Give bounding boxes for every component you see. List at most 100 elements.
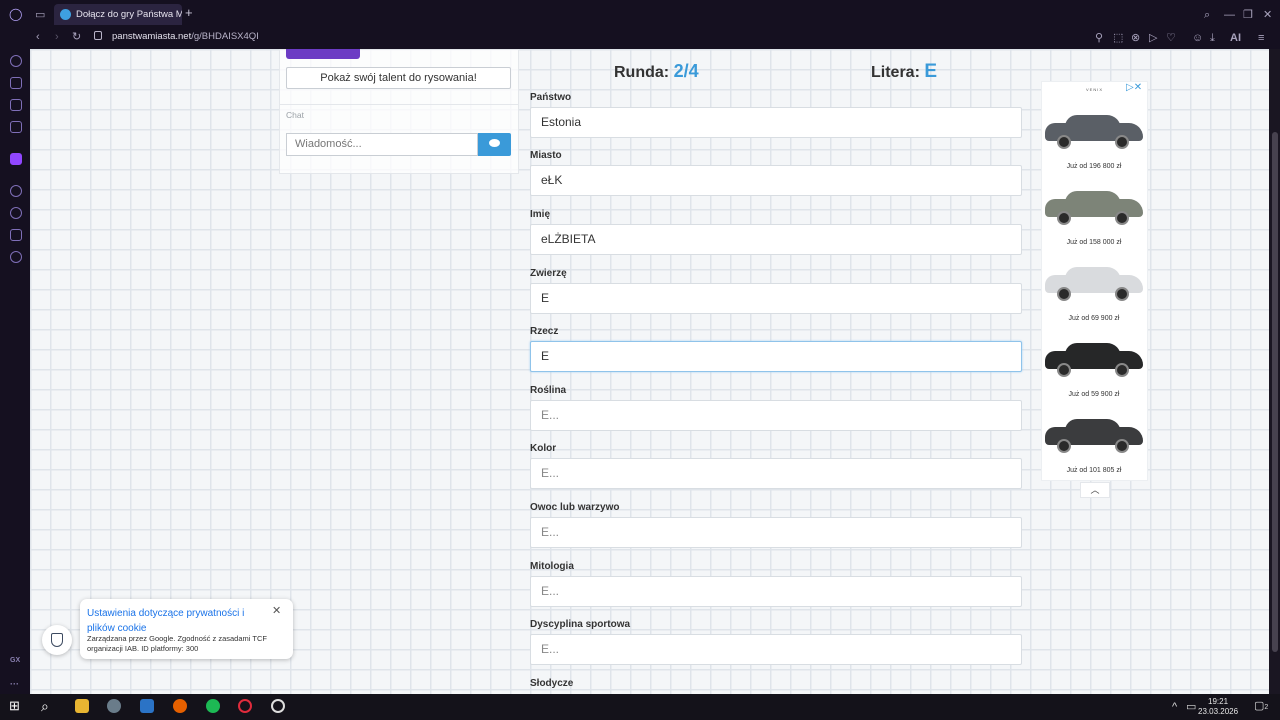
profile-icon[interactable]: ☺ — [1192, 32, 1203, 44]
chat-label: Chat — [286, 110, 304, 120]
letter-value: E — [924, 61, 938, 82]
app-icon[interactable] — [107, 699, 121, 713]
player-icon[interactable]: ▷ — [1149, 32, 1157, 44]
minimize-icon[interactable]: — — [1224, 9, 1235, 21]
car-price[interactable]: Już od 101 805 zł — [1045, 467, 1143, 474]
url-field[interactable]: panstwamiasta.net/g/BHDAISX4QI — [112, 31, 259, 42]
field-input[interactable]: eŁK — [530, 165, 1022, 196]
car-image[interactable] — [1045, 191, 1143, 225]
cookie-title[interactable]: Ustawienia dotyczące prywatności i plikó… — [87, 606, 247, 636]
field-label: Zwierzę — [530, 268, 567, 279]
privacy-shield-button[interactable] — [42, 625, 72, 655]
firefox-icon[interactable] — [173, 699, 187, 713]
obs-icon[interactable] — [271, 699, 285, 713]
car-image[interactable] — [1045, 115, 1143, 149]
field-label: Mitologia — [530, 561, 574, 572]
tab-favicon-icon — [60, 9, 71, 20]
chat-input[interactable]: Wiadomość... — [286, 133, 478, 156]
round-indicator: Runda: 2/4 — [614, 61, 699, 81]
web-page: Pokaż swój talent do rysowania! Chat Wia… — [30, 49, 1269, 694]
car-price[interactable]: Już od 158 000 zł — [1045, 239, 1143, 246]
ai-button[interactable]: AI — [1230, 32, 1241, 44]
ai-sidebar-icon[interactable] — [10, 55, 22, 67]
shopping-icon[interactable] — [10, 77, 22, 89]
browser-tab-bar: ◯ ▭ Dołącz do gry Państwa Mi + ⌕ — ❐ ✕ — [0, 0, 1280, 28]
scrollbar-thumb[interactable] — [1272, 132, 1278, 652]
settings-icon[interactable] — [10, 251, 22, 263]
extensions-icon[interactable] — [10, 229, 22, 241]
menu-icon[interactable]: ≡ — [1258, 32, 1264, 44]
car-image[interactable] — [1045, 343, 1143, 377]
snapshot-icon[interactable]: ⬚ — [1113, 32, 1123, 44]
browser-sidebar: GX ··· — [0, 49, 30, 694]
forward-icon[interactable]: › — [55, 31, 59, 43]
field-label: Roślina — [530, 385, 567, 396]
ad-collapse-chevron-icon[interactable]: ︿ — [1080, 482, 1110, 498]
field-label: Dyscyplina sportowa — [530, 619, 631, 630]
cookie-close-icon[interactable]: ✕ — [272, 604, 281, 617]
field-input[interactable]: E... — [530, 576, 1022, 607]
field-input[interactable]: E... — [530, 517, 1022, 548]
taskbar-clock[interactable]: 19:21 23.03.2026 — [1198, 697, 1238, 717]
calculator-icon[interactable] — [140, 699, 154, 713]
field-input[interactable]: E — [530, 341, 1022, 372]
car-image[interactable] — [1045, 419, 1143, 453]
search-icon[interactable]: ⌕ — [1204, 9, 1210, 21]
tab-title: Dołącz do gry Państwa Mi — [76, 9, 182, 20]
active-tab[interactable]: Dołącz do gry Państwa Mi — [54, 4, 182, 25]
taskbar-search-icon[interactable]: ⌕ — [41, 699, 55, 713]
field-label: Kolor — [530, 443, 557, 454]
mail-icon[interactable] — [10, 121, 22, 133]
download-icon[interactable]: ⤓ — [1210, 32, 1215, 44]
notifications-icon[interactable]: ▢2 — [1254, 700, 1268, 714]
car-price[interactable]: Już od 59 900 zł — [1045, 391, 1143, 398]
more-icon[interactable]: ··· — [10, 679, 19, 689]
file-explorer-icon[interactable] — [75, 699, 89, 713]
field-label: Miasto — [530, 150, 562, 161]
opera-logo-icon[interactable]: ◯ — [9, 8, 22, 20]
opera-gx-taskbar-icon[interactable] — [238, 699, 252, 713]
chat-bubble-icon — [489, 139, 500, 147]
reload-icon[interactable]: ↻ — [72, 31, 81, 43]
draw-talent-button[interactable]: Pokaż swój talent do rysowania! — [286, 67, 511, 89]
shield-icon — [51, 633, 63, 647]
adblock-icon[interactable]: ⊗ — [1131, 32, 1140, 44]
windows-start-icon[interactable]: ⊞ — [9, 699, 23, 713]
field-label: Państwo — [530, 92, 572, 103]
drawing-banner[interactable] — [286, 49, 360, 59]
ad-close-icon[interactable]: ▷✕ — [1126, 82, 1142, 93]
history-icon[interactable] — [10, 207, 22, 219]
field-input[interactable]: E — [530, 283, 1022, 314]
letter-indicator: Litera: E — [871, 61, 938, 82]
lock-icon — [94, 31, 102, 40]
field-label: Owoc lub warzywo — [530, 502, 620, 513]
cookie-text: Zarządzana przez Google. Zgodność z zasa… — [87, 634, 267, 653]
chat-send-button[interactable] — [478, 133, 511, 156]
field-label: Imię — [530, 209, 551, 220]
round-value: 2/4 — [673, 61, 699, 81]
ad-brand: VENIX — [1086, 87, 1104, 92]
twitch-icon[interactable] — [10, 153, 22, 165]
tab-manager-icon[interactable]: ▭ — [35, 9, 45, 21]
field-input[interactable]: E... — [530, 458, 1022, 489]
network-icon[interactable]: ▭ — [1186, 701, 1196, 713]
car-price[interactable]: Już od 196 800 zł — [1045, 163, 1143, 170]
gx-icon[interactable]: GX — [10, 657, 20, 664]
messenger-icon[interactable] — [10, 99, 22, 111]
heart-icon[interactable]: ♡ — [1166, 32, 1176, 44]
field-input[interactable]: eLŻBIETA — [530, 224, 1022, 255]
pin-icon[interactable]: ⚲ — [1095, 32, 1103, 44]
player-sidebar-icon[interactable] — [10, 185, 22, 197]
maximize-icon[interactable]: ❐ — [1243, 9, 1253, 21]
field-input[interactable]: E... — [530, 634, 1022, 665]
tray-chevron-icon[interactable]: ^ — [1172, 701, 1177, 713]
close-window-icon[interactable]: ✕ — [1263, 9, 1272, 21]
field-input[interactable]: E... — [530, 400, 1022, 431]
new-tab-button[interactable]: + — [185, 5, 193, 20]
spotify-icon[interactable] — [206, 699, 220, 713]
back-icon[interactable]: ‹ — [36, 31, 40, 43]
car-price[interactable]: Już od 69 900 zł — [1045, 315, 1143, 322]
field-label: Słodycze — [530, 678, 574, 689]
car-image[interactable] — [1045, 267, 1143, 301]
field-input[interactable]: Estonia — [530, 107, 1022, 138]
